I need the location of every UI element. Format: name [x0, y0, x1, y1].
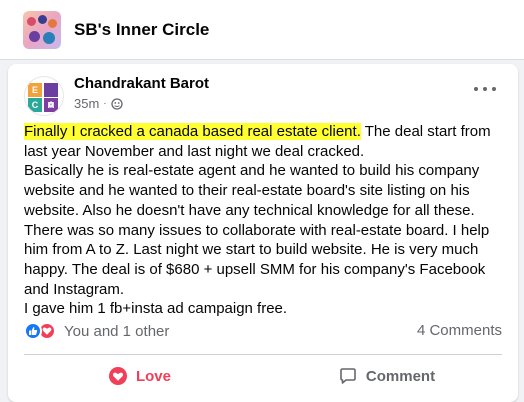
avatar[interactable]: E C A M — [24, 76, 64, 116]
comment-count[interactable]: 4 Comments — [417, 322, 502, 339]
reaction-summary[interactable]: You and 1 other — [24, 322, 169, 340]
more-options-icon[interactable] — [474, 86, 496, 92]
post-actions: Love Comment — [16, 358, 510, 394]
reaction-summary-text: You and 1 other — [64, 322, 170, 340]
post-body: Finally I cracked a canada based real es… — [24, 122, 510, 319]
love-icon — [108, 367, 127, 385]
love-button-label: Love — [135, 367, 171, 385]
comment-icon — [340, 368, 356, 384]
group-cover-thumbnail[interactable] — [23, 10, 61, 49]
group-name[interactable]: SB's Inner Circle — [74, 20, 209, 40]
post-meta: 35m · — [74, 96, 123, 111]
like-reaction-icon — [24, 322, 42, 340]
group-icon — [110, 97, 123, 110]
post-paragraph-1: Finally I cracked a canada based real es… — [24, 122, 510, 161]
post-card: E C A M Chandrakant Barot 35m · Finally … — [8, 64, 518, 402]
separator-dot: · — [103, 98, 107, 109]
comment-button-label: Comment — [365, 367, 436, 385]
highlighted-text: Finally I cracked a canada based real es… — [24, 123, 361, 140]
divider — [24, 354, 502, 355]
post-paragraph-3: I gave him 1 fb+insta ad campaign free. — [24, 300, 288, 318]
comment-button[interactable]: Comment — [263, 358, 510, 394]
post-timestamp[interactable]: 35m — [74, 96, 99, 111]
love-button[interactable]: Love — [16, 358, 263, 394]
group-header: SB's Inner Circle — [0, 0, 524, 60]
post-author[interactable]: Chandrakant Barot — [74, 75, 209, 92]
post-paragraph-2: Basically he is real-estate agent and he… — [24, 162, 490, 298]
